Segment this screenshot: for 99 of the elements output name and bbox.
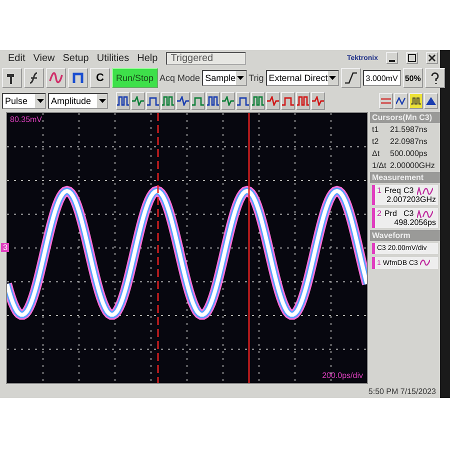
timebase-reading: 200.0ps/div: [322, 371, 363, 380]
clock-text: 5:50 PM 7/15/2023: [368, 386, 436, 396]
measurement-button[interactable]: [176, 92, 190, 110]
menu-item[interactable]: Setup: [62, 52, 89, 64]
measurement-source: C3: [403, 209, 414, 218]
measurement-button[interactable]: [221, 92, 235, 110]
measurement-value: 498.2056ps: [393, 218, 436, 227]
rising-edge-icon: [344, 71, 358, 85]
measurement-card[interactable]: 2 Prd C3 498.2056ps: [372, 208, 438, 228]
pulse-icon: [297, 96, 309, 106]
pulse-icon: [147, 96, 159, 106]
cursor-label: Δt: [372, 149, 381, 158]
pulse-icon: [312, 96, 324, 106]
measurement-name: Freq: [384, 186, 400, 195]
measurement-button[interactable]: [251, 92, 265, 110]
pulse-icon: [267, 96, 279, 106]
trigger-level-field[interactable]: 3.000mV: [362, 70, 401, 86]
pulse-tab[interactable]: [409, 93, 423, 109]
pulse-wave-icon: [416, 186, 433, 194]
wave-tab[interactable]: [394, 93, 408, 109]
measurement-button[interactable]: [296, 92, 310, 110]
menu-item[interactable]: Help: [137, 52, 158, 64]
measure-param-dropdown[interactable]: Amplitude: [48, 93, 108, 109]
close-icon: [428, 54, 436, 62]
section-header: Waveform: [370, 230, 440, 241]
wave-icon: [396, 97, 406, 105]
lines-icon: [381, 97, 391, 105]
waveform-button[interactable]: [46, 68, 66, 88]
pulse-icon: [207, 96, 219, 106]
pulse-icon: [162, 96, 174, 106]
measurement-name: Prd: [384, 209, 398, 218]
cursor-value: 21.5987ns: [390, 125, 428, 134]
pulse-icon: [132, 96, 144, 106]
measurement-button[interactable]: [161, 92, 175, 110]
cursor-label: 1/Δt: [372, 161, 388, 170]
cursor-line[interactable]: [157, 113, 159, 383]
pulse-wave-icon: [416, 210, 433, 218]
caret-icon: [98, 99, 106, 103]
maximize-icon: [408, 54, 416, 62]
fifty-percent-button[interactable]: 50%: [402, 68, 423, 88]
menu-item[interactable]: View: [33, 52, 55, 64]
measurement-value: 2.007203GHz: [386, 195, 436, 204]
measurement-button[interactable]: [116, 92, 130, 110]
measurement-source: C3: [403, 186, 414, 195]
triangle-icon: [426, 97, 436, 105]
trigger-slope-button[interactable]: [340, 68, 361, 88]
close-button[interactable]: [426, 52, 438, 64]
run-stop-button[interactable]: Run/Stop: [112, 68, 158, 88]
pulse-icon: [252, 96, 264, 106]
offset-reading: 80.35mV: [10, 115, 42, 124]
measurement-button[interactable]: [281, 92, 295, 110]
cursor-value: 500.000ps: [390, 149, 428, 158]
wave-icon: [420, 259, 430, 267]
measurement-button[interactable]: [131, 92, 145, 110]
pulse-icon: [237, 96, 249, 106]
lines-tab[interactable]: [379, 93, 393, 109]
cursor-label: t2: [372, 137, 380, 146]
measurement-index: 2: [377, 209, 382, 218]
caret-icon: [36, 99, 44, 103]
measurement-button[interactable]: [236, 92, 250, 110]
cursor-value: 2.00000GHz: [390, 161, 435, 170]
function-button[interactable]: [24, 68, 44, 88]
menu-item[interactable]: Edit: [8, 52, 26, 64]
measurement-button[interactable]: [146, 92, 160, 110]
channel-button[interactable]: C: [90, 68, 110, 88]
trigger-source-dropdown[interactable]: External Direct: [266, 70, 339, 86]
section-header: Measurement: [370, 172, 440, 183]
measure-type-dropdown[interactable]: Pulse: [2, 93, 46, 109]
pulse-icon: [411, 97, 421, 105]
pulse-icon: [282, 96, 294, 106]
pulse-icon: [192, 96, 204, 106]
channel-marker[interactable]: 3: [1, 243, 10, 252]
measurement-button[interactable]: [206, 92, 220, 110]
menu-item[interactable]: Utilities: [96, 52, 130, 64]
help-button[interactable]: [424, 68, 445, 88]
measurement-button[interactable]: [266, 92, 280, 110]
pulse-icon: [177, 96, 189, 106]
pulse-icon: [117, 96, 129, 106]
measurement-card[interactable]: 1 Freq C3 2.007203GHz: [372, 185, 438, 205]
trigger-label: Trig: [248, 73, 264, 83]
measurement-index: 1: [377, 186, 382, 195]
cursor-button[interactable]: [68, 68, 88, 88]
pulse-icon: [222, 96, 234, 106]
caret-icon: [237, 76, 244, 80]
maximize-button[interactable]: [406, 52, 418, 64]
measurement-button[interactable]: [191, 92, 205, 110]
cursor-value: 22.0987ns: [390, 137, 428, 146]
cursor-label: t1: [372, 125, 380, 134]
minimize-button[interactable]: [386, 52, 398, 64]
help-icon: [428, 72, 441, 84]
status-field: Triggered: [166, 52, 246, 64]
acq-mode-label: Acq Mode: [160, 73, 200, 83]
acq-mode-dropdown[interactable]: Sample: [202, 70, 247, 86]
wave-icon: [49, 71, 63, 85]
section-header: Cursors(Mn C3): [370, 112, 440, 123]
histogram-tab[interactable]: [424, 93, 438, 109]
tools-button[interactable]: [2, 68, 22, 88]
caret-icon: [329, 76, 336, 80]
measurement-button[interactable]: [311, 92, 325, 110]
